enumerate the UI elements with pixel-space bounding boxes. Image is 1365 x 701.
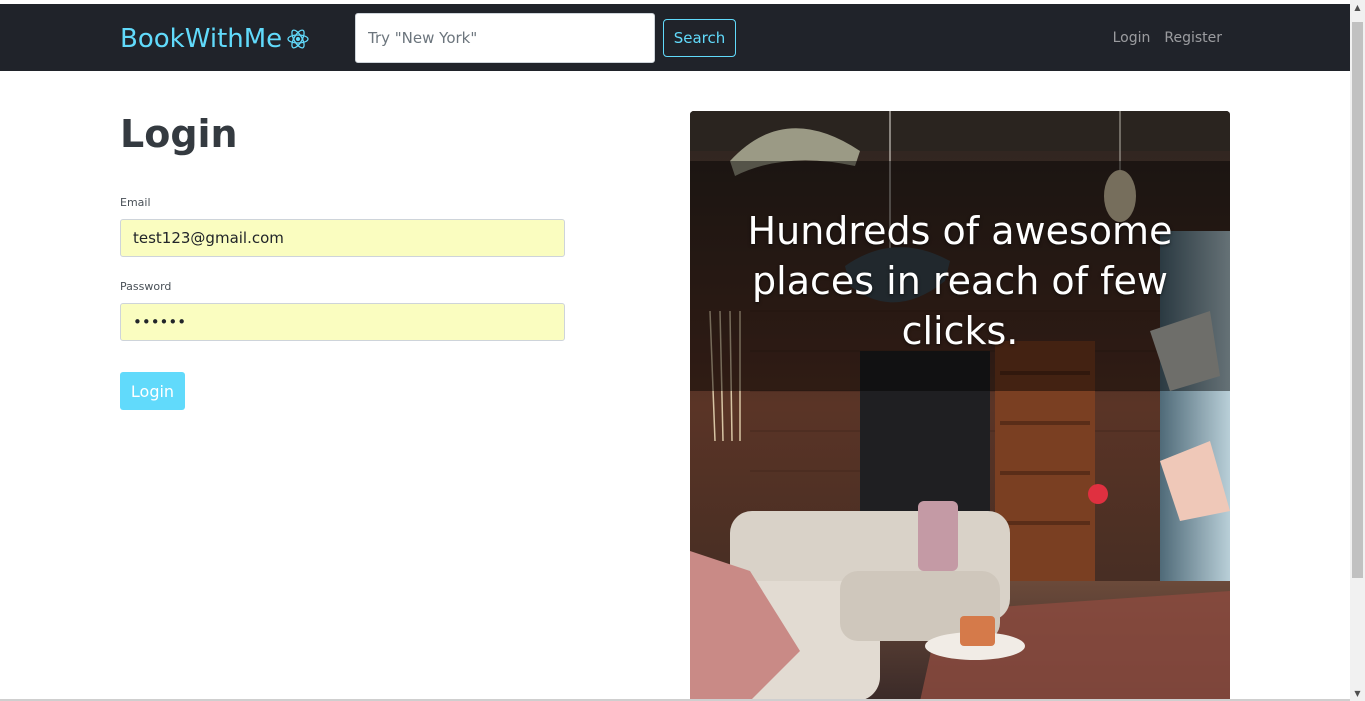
navbar: BookWithMe Search Login Register — [0, 4, 1350, 71]
brand-link[interactable]: BookWithMe — [120, 24, 310, 54]
hero-image: Hundreds of awesome places in reach of f… — [690, 111, 1230, 701]
password-label: Password — [120, 280, 172, 293]
scroll-up-icon[interactable]: ▲ — [1350, 0, 1365, 15]
password-field[interactable] — [120, 303, 565, 341]
email-label: Email — [120, 196, 151, 209]
brand-name: BookWithMe — [120, 24, 283, 54]
email-field[interactable] — [120, 219, 565, 257]
scrollbar-thumb[interactable] — [1352, 22, 1363, 578]
nav-links: Login Register — [1113, 30, 1222, 46]
nav-login-link[interactable]: Login — [1113, 30, 1151, 46]
search-input[interactable] — [355, 13, 655, 63]
hero-caption: Hundreds of awesome places in reach of f… — [747, 209, 1173, 353]
scroll-down-icon[interactable]: ▼ — [1350, 686, 1365, 701]
nav-register-link[interactable]: Register — [1164, 30, 1222, 46]
page-title: Login — [120, 112, 238, 156]
vertical-scrollbar[interactable]: ▲ ▼ — [1350, 0, 1365, 701]
react-atom-icon — [287, 29, 309, 49]
search-button[interactable]: Search — [663, 19, 736, 57]
page: BookWithMe Search Login Register Login E… — [0, 0, 1365, 701]
login-submit-button[interactable]: Login — [120, 372, 185, 410]
